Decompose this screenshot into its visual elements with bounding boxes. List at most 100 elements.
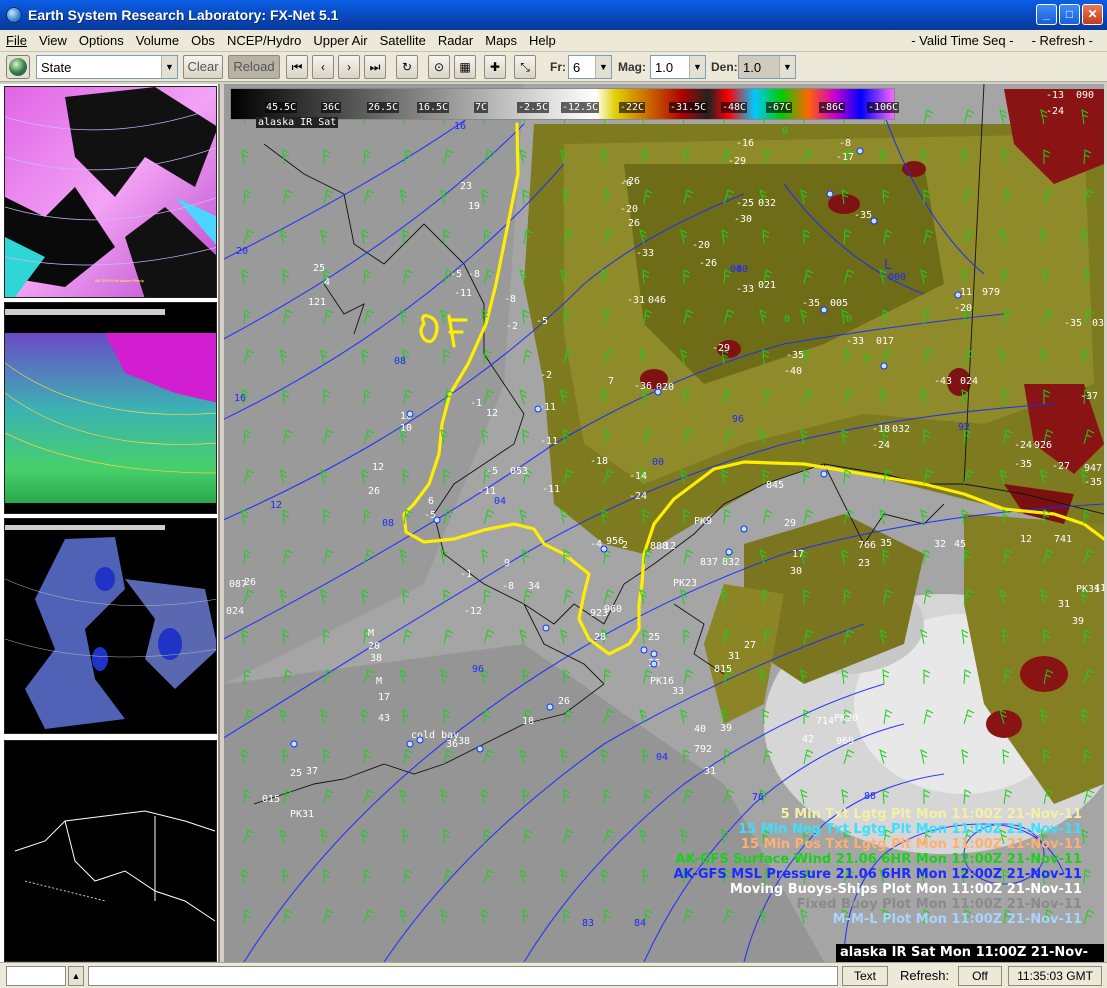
main-map-display[interactable]: -13 090 -24 -16 -8 -29 -17 -25 032 -30 -35 -33 -20 -2… <box>224 84 1104 962</box>
station-marker[interactable] <box>542 624 550 632</box>
previous-frame-icon[interactable]: ‹ <box>312 55 334 79</box>
menu-volume[interactable]: Volume <box>130 31 185 51</box>
refresh-toggle[interactable]: Off <box>958 966 1002 986</box>
thumbnail-surface-wind[interactable] <box>4 518 217 734</box>
legend-entry[interactable]: M-M-L Plot Mon 11:00Z 21-Nov-11 <box>673 912 1082 927</box>
station-marker[interactable] <box>880 362 888 370</box>
station-plot-label: -30 <box>734 214 752 225</box>
station-plot-label: -11 <box>454 288 472 299</box>
menu-help[interactable]: Help <box>523 31 562 51</box>
next-frame-icon[interactable]: › <box>338 55 360 79</box>
station-marker[interactable] <box>870 217 878 225</box>
measure-icon[interactable]: ⤡ <box>514 55 536 79</box>
density-select[interactable]: 1.0 ▼ <box>738 55 796 79</box>
minimize-button[interactable]: _ <box>1036 4 1057 25</box>
last-frame-icon[interactable]: ⏭ <box>364 55 386 79</box>
station-marker[interactable] <box>740 525 748 533</box>
station-plot-label: 41 <box>1094 583 1104 594</box>
station-marker[interactable] <box>534 405 542 413</box>
station-plot-label: 926 <box>1034 440 1052 451</box>
station-marker[interactable] <box>826 190 834 198</box>
status-bar: ▲ Text Refresh: Off 11:35:03 GMT <box>0 962 1107 988</box>
thumbnail-outline-map[interactable] <box>4 740 217 962</box>
menu-satellite[interactable]: Satellite <box>374 31 432 51</box>
station-marker[interactable] <box>820 306 828 314</box>
menu-ncep-hydro[interactable]: NCEP/Hydro <box>221 31 307 51</box>
legend-entry[interactable]: 5 Min Txt Lgtg Plt Mon 11:00Z 21-Nov-11 <box>673 807 1082 822</box>
close-button[interactable]: ✕ <box>1082 4 1103 25</box>
station-marker[interactable] <box>406 410 414 418</box>
mag-select[interactable]: 1.0 ▼ <box>650 55 706 79</box>
station-marker[interactable] <box>650 660 658 668</box>
satellite-caption: alaska IR Sat Mon 11:00Z 21-Nov-11 <box>836 944 1104 962</box>
valid-time-seq-menu[interactable]: - Valid Time Seq - <box>911 30 1013 52</box>
legend-entry[interactable]: AK-GFS MSL Pressure 21.06 6HR Mon 12:00Z… <box>673 867 1082 882</box>
frames-select[interactable]: 6 ▼ <box>568 55 612 79</box>
first-frame-icon[interactable]: ⏮ <box>286 55 308 79</box>
station-marker[interactable] <box>290 740 298 748</box>
legend-entry[interactable]: 15 Min Pos Txt Lgtg Plt Mon 11:00Z 21-No… <box>673 837 1082 852</box>
station-marker[interactable] <box>640 646 648 654</box>
station-plot-label: M <box>368 628 374 639</box>
legend-entry[interactable]: AK-GFS Surface Wind 21.06 6HR Mon 12:00Z… <box>673 852 1082 867</box>
mag-label: Mag: <box>618 60 646 74</box>
thumbnail-temperature-height[interactable] <box>4 302 217 514</box>
thumbnail-pressure-precip[interactable]: AK-GFS 6 Hr Accum Precip <box>4 86 217 298</box>
station-plot-label: 39 <box>720 723 732 734</box>
station-marker[interactable] <box>725 548 733 556</box>
station-plot-label: 26 <box>368 486 380 497</box>
station-plot-label: -43 <box>934 376 952 387</box>
station-marker[interactable] <box>476 745 484 753</box>
chevron-up-icon[interactable]: ▲ <box>68 966 84 986</box>
station-marker[interactable] <box>820 470 828 478</box>
menu-file[interactable]: File <box>0 31 33 51</box>
station-marker[interactable] <box>416 736 424 744</box>
station-plot-label: -13 <box>1046 90 1064 101</box>
crosshair-icon[interactable]: ✚ <box>484 55 506 79</box>
fxnet-window: Earth System Research Laboratory: FX-Net… <box>0 0 1107 988</box>
isobar-label: 04 <box>494 496 506 507</box>
station-marker[interactable] <box>600 545 608 553</box>
station-plot-label: -35 <box>802 298 820 309</box>
globe-button[interactable] <box>6 55 30 79</box>
station-plot-label: -1 <box>460 569 472 580</box>
legend-entry[interactable]: Moving Buoys-Ships Plot Mon 11:00Z 21-No… <box>673 882 1082 897</box>
station-plot-label: 741 <box>1054 534 1072 545</box>
station-plot-label: -4 <box>590 539 602 550</box>
menu-view[interactable]: View <box>33 31 73 51</box>
station-marker[interactable] <box>546 703 554 711</box>
station-plot-label: -37 <box>1080 391 1098 402</box>
station-plot-label: -40 <box>784 366 802 377</box>
zoom-icon[interactable]: ⊙ <box>428 55 450 79</box>
station-marker[interactable] <box>650 650 658 658</box>
station-marker[interactable] <box>954 291 962 299</box>
maximize-button[interactable]: □ <box>1059 4 1080 25</box>
menu-upper-air[interactable]: Upper Air <box>307 31 373 51</box>
refresh-menu[interactable]: - Refresh - <box>1032 30 1093 52</box>
loop-icon[interactable]: ↻ <box>396 55 418 79</box>
station-plot-label: 23 <box>460 181 472 192</box>
station-plot-label: -35 <box>1084 477 1102 488</box>
menu-maps[interactable]: Maps <box>479 31 523 51</box>
scale-select[interactable]: State ▼ <box>36 55 178 79</box>
reload-button[interactable]: Reload <box>228 55 280 79</box>
station-plot-label: 792 <box>694 744 712 755</box>
station-marker[interactable] <box>406 740 414 748</box>
station-marker[interactable] <box>856 147 864 155</box>
menu-obs[interactable]: Obs <box>185 31 221 51</box>
station-marker[interactable] <box>654 388 662 396</box>
thumbnail-panel: AK-GFS 6 Hr Accum Precip <box>0 84 220 964</box>
menu-radar[interactable]: Radar <box>432 31 479 51</box>
clear-button[interactable]: Clear <box>183 55 223 79</box>
station-plot-label: 25 <box>290 768 302 779</box>
menu-options[interactable]: Options <box>73 31 130 51</box>
legend-entry[interactable]: 15 Min Neg Txt Lgtg Plt Mon 11:00Z 21-No… <box>673 822 1082 837</box>
station-plot-label: PK31 <box>290 809 314 820</box>
isobar-label: 84 <box>634 918 646 929</box>
station-plot-label: -8 <box>468 269 480 280</box>
text-button[interactable]: Text <box>842 966 888 986</box>
station-marker[interactable] <box>433 516 441 524</box>
color-table-icon[interactable]: ▦ <box>454 55 476 79</box>
legend-entry[interactable]: Fixed Buoy Plot Mon 11:00Z 21-Nov-11 <box>673 897 1082 912</box>
station-plot-label: 31 <box>1058 599 1070 610</box>
